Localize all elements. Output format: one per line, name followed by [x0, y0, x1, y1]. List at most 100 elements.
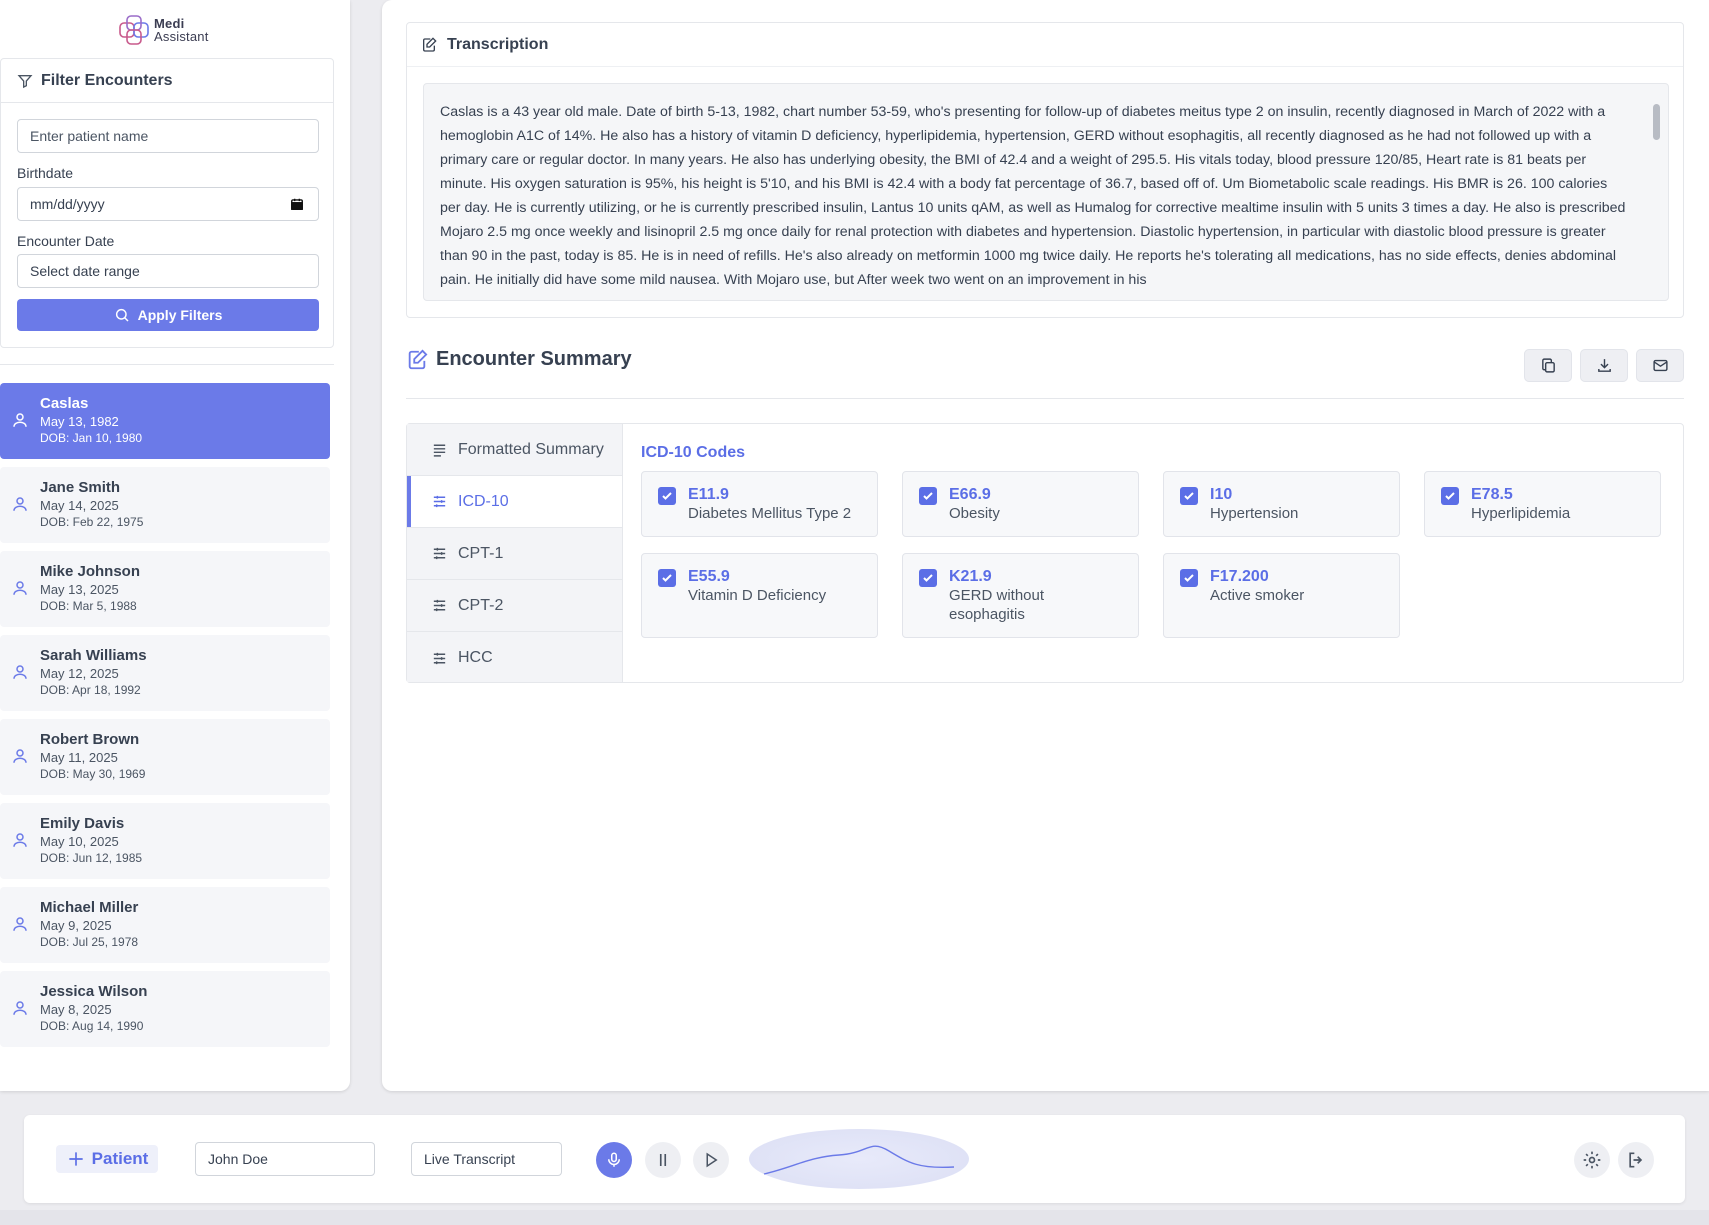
list-icon	[433, 444, 446, 457]
code-description: GERD without esophagitis	[949, 587, 1045, 623]
recording-toolbar: Patient John Doe Live Transcript	[24, 1115, 1685, 1203]
checkbox-checked-icon[interactable]	[1180, 569, 1198, 587]
settings-button[interactable]	[1574, 1142, 1610, 1178]
checkbox-checked-icon[interactable]	[1180, 487, 1198, 505]
patient-encounter-date: May 14, 2025	[40, 498, 119, 513]
birthdate-label: Birthdate	[17, 165, 74, 181]
add-patient-button[interactable]: Patient	[56, 1145, 158, 1173]
code-item[interactable]: K21.9 GERD without esophagitis	[902, 553, 1139, 638]
patient-dob: DOB: Aug 14, 1990	[40, 1019, 144, 1033]
pause-button[interactable]	[645, 1142, 681, 1178]
tab-label: HCC	[458, 649, 493, 666]
patient-dob: DOB: Jun 12, 1985	[40, 851, 143, 865]
plus-icon	[68, 1152, 83, 1166]
download-button[interactable]	[1580, 349, 1628, 382]
encounter-summary-header: Encounter Summary	[406, 348, 632, 371]
patient-name: Jane Smith	[40, 479, 121, 496]
tab-label: CPT-2	[458, 596, 504, 614]
play-button[interactable]	[693, 1142, 729, 1178]
transcript-mode-value: Live Transcript	[424, 1151, 516, 1167]
encounter-date-placeholder: Select date range	[30, 263, 140, 279]
copy-button[interactable]	[1524, 349, 1572, 382]
patient-item-sarah-williams[interactable]: Sarah Williams May 12, 2025 DOB: Apr 18,…	[0, 635, 330, 711]
code-item[interactable]: E55.9 Vitamin D Deficiency	[641, 553, 878, 638]
main-panel: Transcription Caslas is a 43 year old ma…	[382, 0, 1709, 1091]
patient-item-emily-davis[interactable]: Emily Davis May 10, 2025 DOB: Jun 12, 19…	[0, 803, 330, 879]
code-item[interactable]: F17.200 Active smoker	[1163, 553, 1400, 638]
transcription-body[interactable]: Caslas is a 43 year old male. Date of bi…	[423, 83, 1669, 301]
patient-item-mike-johnson[interactable]: Mike Johnson May 13, 2025 DOB: Mar 5, 19…	[0, 551, 330, 627]
patient-name-value: John Doe	[208, 1151, 268, 1167]
logout-button[interactable]	[1618, 1142, 1654, 1178]
transcription-header: Transcription	[407, 23, 1683, 67]
code-description: Active smoker	[1210, 587, 1305, 604]
filter-panel: Filter Encounters Birthdate mm/dd/yyyy E…	[0, 58, 334, 348]
patient-dob: DOB: Jul 25, 1978	[40, 935, 139, 949]
patient-encounter-date: May 13, 1982	[40, 414, 119, 429]
code-id: I10	[1210, 486, 1233, 503]
patient-name-input[interactable]	[17, 119, 319, 153]
patient-name: Caslas	[40, 395, 89, 412]
code-item[interactable]: E66.9 Obesity	[902, 471, 1139, 537]
patient-item-jessica-wilson[interactable]: Jessica Wilson May 8, 2025 DOB: Aug 14, …	[0, 971, 330, 1047]
user-icon	[13, 833, 27, 847]
patient-name-field[interactable]: John Doe	[195, 1142, 375, 1176]
tab-icd-10[interactable]: ICD-10	[407, 476, 622, 528]
patient-dob: DOB: Mar 5, 1988	[40, 599, 137, 613]
transcription-scrollbar[interactable]	[1653, 104, 1660, 140]
checkbox-checked-icon[interactable]	[1441, 487, 1459, 505]
tab-cpt-1[interactable]: CPT-1	[407, 528, 622, 580]
play-icon	[706, 1152, 718, 1168]
birthdate-input[interactable]: mm/dd/yyyy	[17, 187, 319, 221]
transcription-card: Transcription Caslas is a 43 year old ma…	[406, 22, 1684, 318]
patient-name: Emily Davis	[40, 815, 125, 832]
code-item[interactable]: E78.5 Hyperlipidemia	[1424, 471, 1661, 537]
encounter-summary-title: Encounter Summary	[436, 348, 632, 370]
patient-list: Caslas May 13, 1982 DOB: Jan 10, 1980 Ja…	[0, 383, 330, 1055]
microphone-button[interactable]	[596, 1142, 632, 1178]
tab-formatted-summary[interactable]: Formatted Summary	[407, 424, 622, 476]
tab-cpt-2[interactable]: CPT-2	[407, 580, 622, 632]
patient-item-caslas[interactable]: Caslas May 13, 1982 DOB: Jan 10, 1980	[0, 383, 330, 459]
patient-item-robert-brown[interactable]: Robert Brown May 11, 2025 DOB: May 30, 1…	[0, 719, 330, 795]
download-icon	[1597, 359, 1611, 372]
code-item[interactable]: I10 Hypertension	[1163, 471, 1400, 537]
checkbox-checked-icon[interactable]	[658, 487, 676, 505]
user-icon	[13, 749, 27, 763]
checkbox-checked-icon[interactable]	[658, 569, 676, 587]
transcript-mode-select[interactable]: Live Transcript	[411, 1142, 562, 1176]
checkbox-checked-icon[interactable]	[919, 569, 937, 587]
sliders-icon	[433, 599, 446, 612]
patient-item-michael-miller[interactable]: Michael Miller May 9, 2025 DOB: Jul 25, …	[0, 887, 330, 963]
code-description: Obesity	[949, 505, 1000, 522]
patient-name: Robert Brown	[40, 731, 140, 748]
email-button[interactable]	[1636, 349, 1684, 382]
code-id: E66.9	[949, 486, 991, 503]
code-id: E55.9	[688, 568, 730, 585]
user-icon	[13, 1001, 27, 1015]
code-item[interactable]: E11.9 Diabetes Mellitus Type 2	[641, 471, 878, 537]
patient-encounter-date: May 13, 2025	[40, 582, 119, 597]
tab-label: CPT-1	[458, 544, 504, 562]
apply-filters-button[interactable]: Apply Filters	[17, 299, 319, 331]
apply-filters-label: Apply Filters	[137, 307, 223, 323]
code-id: E11.9	[688, 486, 729, 503]
summary-divider	[406, 398, 1684, 399]
patient-name: Sarah Williams	[40, 647, 147, 664]
sidebar-divider	[0, 364, 334, 365]
code-description: Diabetes Mellitus Type 2	[688, 505, 852, 522]
encounter-date-input[interactable]: Select date range	[17, 254, 319, 288]
logout-icon	[1629, 1152, 1643, 1168]
patient-encounter-date: May 12, 2025	[40, 666, 119, 681]
tab-hcc[interactable]: HCC	[407, 632, 622, 684]
logo-icon	[119, 15, 149, 45]
edit-document-icon	[408, 349, 428, 369]
tab-label: ICD-10	[458, 492, 509, 510]
checkbox-checked-icon[interactable]	[919, 487, 937, 505]
patient-dob: DOB: Jan 10, 1980	[40, 431, 143, 445]
edit-document-icon	[423, 36, 437, 52]
patient-dob: DOB: May 30, 1969	[40, 767, 146, 781]
filter-header: Filter Encounters	[1, 59, 333, 103]
microphone-icon	[608, 1152, 620, 1167]
patient-item-jane-smith[interactable]: Jane Smith May 14, 2025 DOB: Feb 22, 197…	[0, 467, 330, 543]
